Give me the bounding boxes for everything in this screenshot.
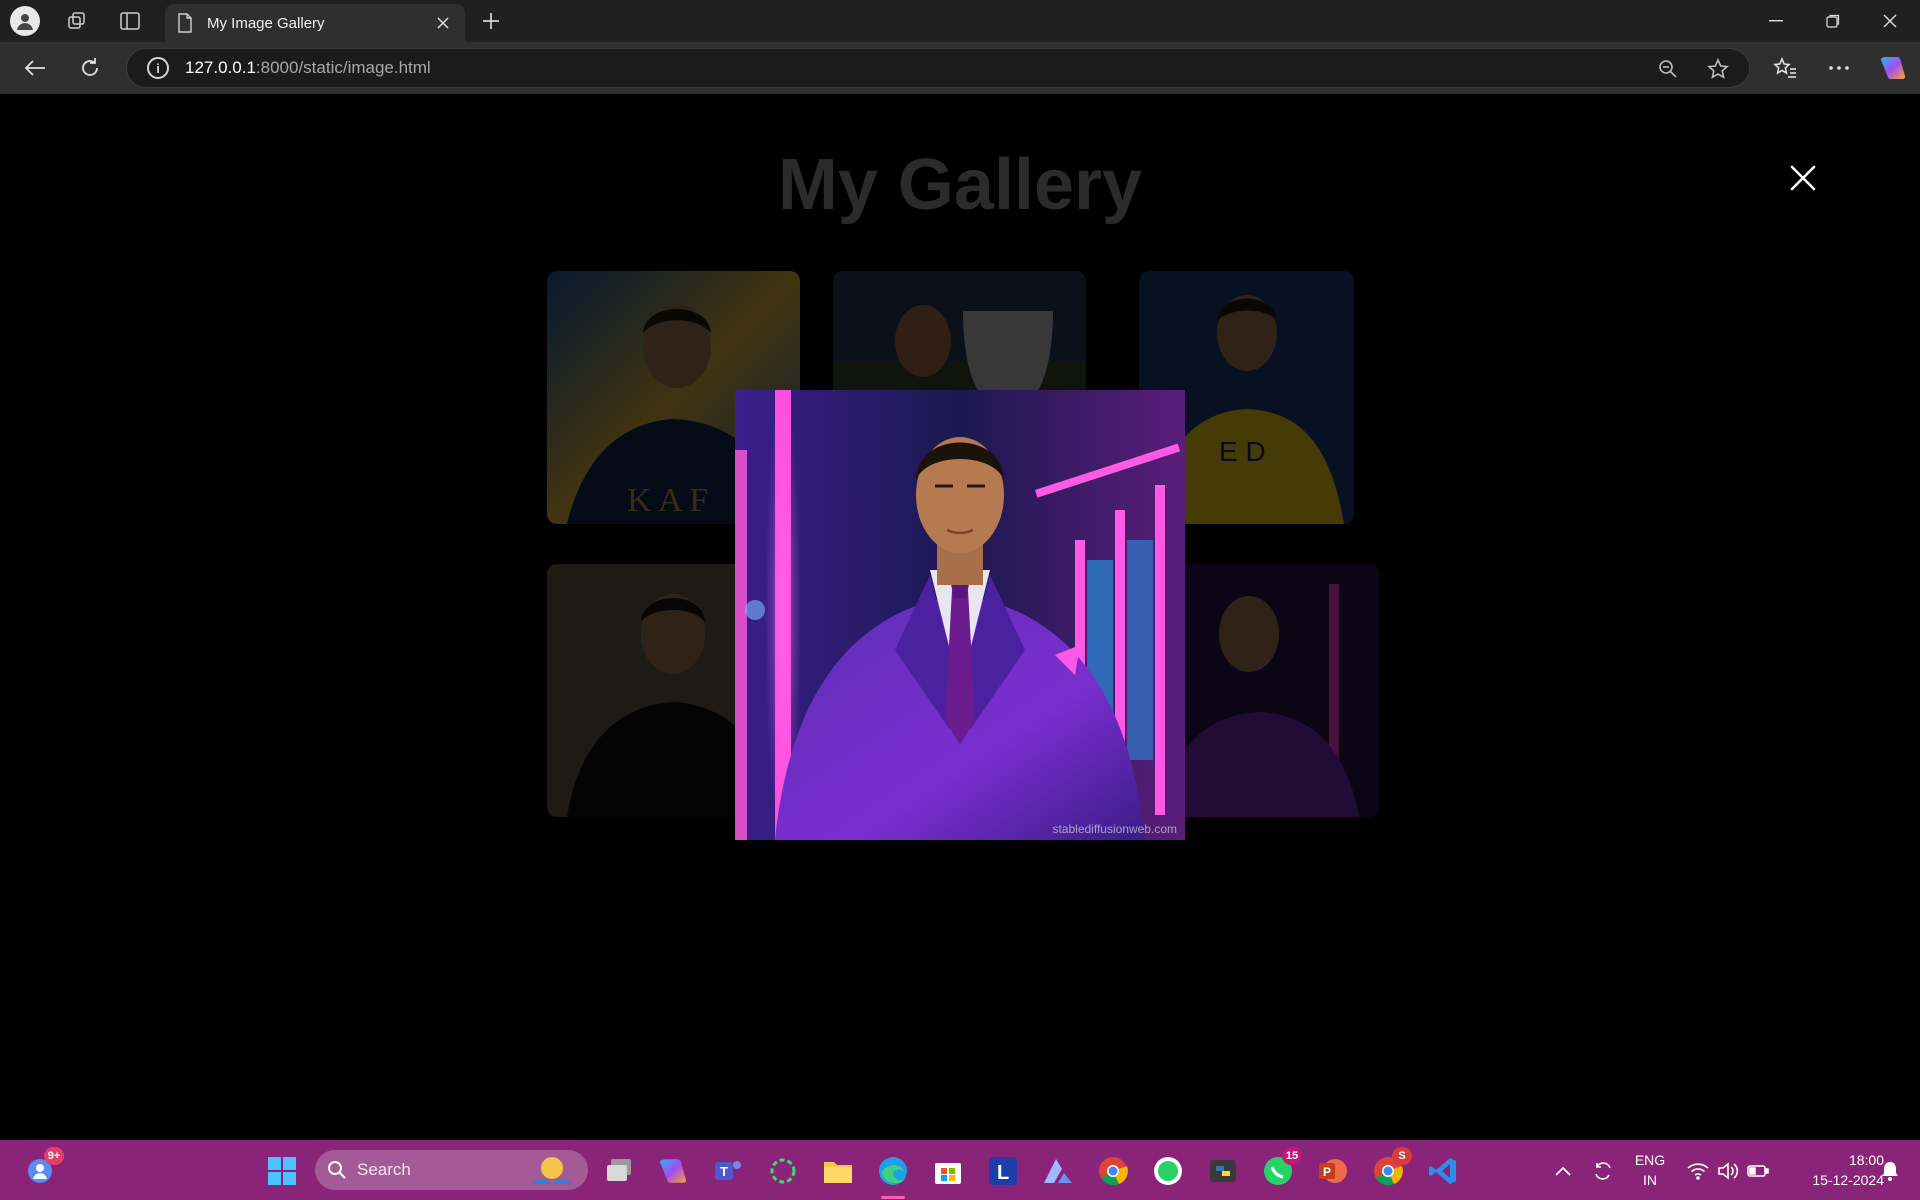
notification-badge: 9+ (44, 1147, 64, 1165)
image-watermark: stablediffusionweb.com (1052, 822, 1177, 836)
zoom-icon[interactable] (1655, 56, 1681, 82)
clock[interactable]: 18:00 15-12-2024 (1780, 1150, 1884, 1190)
tab-title: My Image Gallery (207, 14, 325, 32)
notification-bell-icon[interactable] (1872, 1153, 1908, 1189)
address-toolbar: i 127.0.0.1:8000/static/image.html (0, 42, 1920, 94)
whatsapp-business-icon[interactable]: 15 (1260, 1147, 1302, 1189)
favorite-star-icon[interactable] (1705, 56, 1731, 82)
profile-icon[interactable] (10, 6, 40, 36)
refresh-app-icon[interactable] (765, 1153, 801, 1189)
language-code: ENG (1634, 1152, 1666, 1168)
python-icon[interactable] (1205, 1153, 1241, 1189)
teams-icon[interactable]: T (710, 1153, 746, 1189)
edge-icon[interactable] (875, 1153, 911, 1199)
back-icon[interactable] (20, 54, 50, 82)
minimize-icon[interactable] (1756, 8, 1796, 34)
battery-icon[interactable] (1740, 1153, 1776, 1189)
site-info-icon[interactable]: i (147, 57, 169, 79)
language-indicator[interactable]: ENG IN (1628, 1150, 1672, 1190)
close-tab-icon[interactable] (433, 13, 453, 33)
copilot-icon[interactable] (1878, 54, 1908, 82)
chrome-profile-icon[interactable]: S (1370, 1147, 1412, 1189)
enlarged-image: stablediffusionweb.com (735, 390, 1185, 840)
svg-text:L: L (997, 1162, 1009, 1184)
page-icon (178, 13, 192, 33)
region-code: IN (1643, 1172, 1657, 1188)
clock-date: 15-12-2024 (1812, 1172, 1884, 1188)
powerpoint-icon[interactable]: P (1315, 1153, 1351, 1189)
url-host: 127.0.0.1 (185, 58, 256, 77)
azure-icon[interactable] (1040, 1153, 1076, 1189)
page-title: My Gallery (777, 145, 1143, 225)
jersey-text: E D (1219, 436, 1266, 467)
clock-time: 18:00 (1848, 1152, 1884, 1168)
weather-icon (532, 1157, 572, 1184)
copilot-taskbar-icon[interactable] (655, 1153, 691, 1189)
profile-badge: S (1392, 1147, 1412, 1165)
search-label: Search (357, 1160, 411, 1179)
store-icon[interactable] (930, 1153, 966, 1189)
workspaces-icon[interactable] (62, 7, 92, 35)
chat-widget-icon[interactable]: 9+ (22, 1147, 64, 1189)
new-tab-icon[interactable] (476, 7, 506, 35)
jersey-text: K A F (627, 482, 708, 519)
address-bar[interactable]: i 127.0.0.1:8000/static/image.html (126, 48, 1750, 88)
unread-count-badge: 15 (1282, 1147, 1302, 1165)
show-hidden-icons-icon[interactable] (1545, 1153, 1581, 1189)
svg-text:T: T (720, 1164, 728, 1179)
taskbar-search[interactable]: Search (315, 1150, 588, 1190)
chrome-icon[interactable] (1095, 1153, 1131, 1189)
page-viewport: My Gallery K A F E D stablediffusionweb.… (6, 94, 1914, 1136)
restore-icon[interactable] (1813, 8, 1853, 34)
start-windows-icon[interactable] (264, 1153, 300, 1189)
search-icon (328, 1161, 346, 1179)
close-lightbox-button[interactable] (1781, 156, 1825, 200)
file-explorer-icon[interactable] (820, 1153, 856, 1189)
active-tab[interactable]: My Image Gallery (165, 4, 465, 42)
url-path: :8000/static/image.html (255, 58, 431, 77)
refresh-icon[interactable] (75, 54, 105, 82)
l-app-icon[interactable]: L (985, 1153, 1021, 1189)
sync-icon[interactable] (1585, 1153, 1621, 1189)
vertical-tabs-icon[interactable] (115, 7, 145, 35)
whatsapp-icon[interactable] (1150, 1153, 1186, 1189)
task-view-icon[interactable] (601, 1153, 637, 1189)
svg-text:P: P (1323, 1165, 1331, 1179)
windows-taskbar: 9+ Search T L 15 P S ENG IN 18:00 15-12-… (0, 1140, 1920, 1200)
favorites-icon[interactable] (1770, 54, 1800, 82)
vscode-icon[interactable] (1425, 1153, 1461, 1189)
browser-tab-bar: My Image Gallery (0, 0, 1920, 42)
more-options-icon[interactable] (1824, 54, 1854, 82)
close-window-icon[interactable] (1870, 8, 1910, 34)
